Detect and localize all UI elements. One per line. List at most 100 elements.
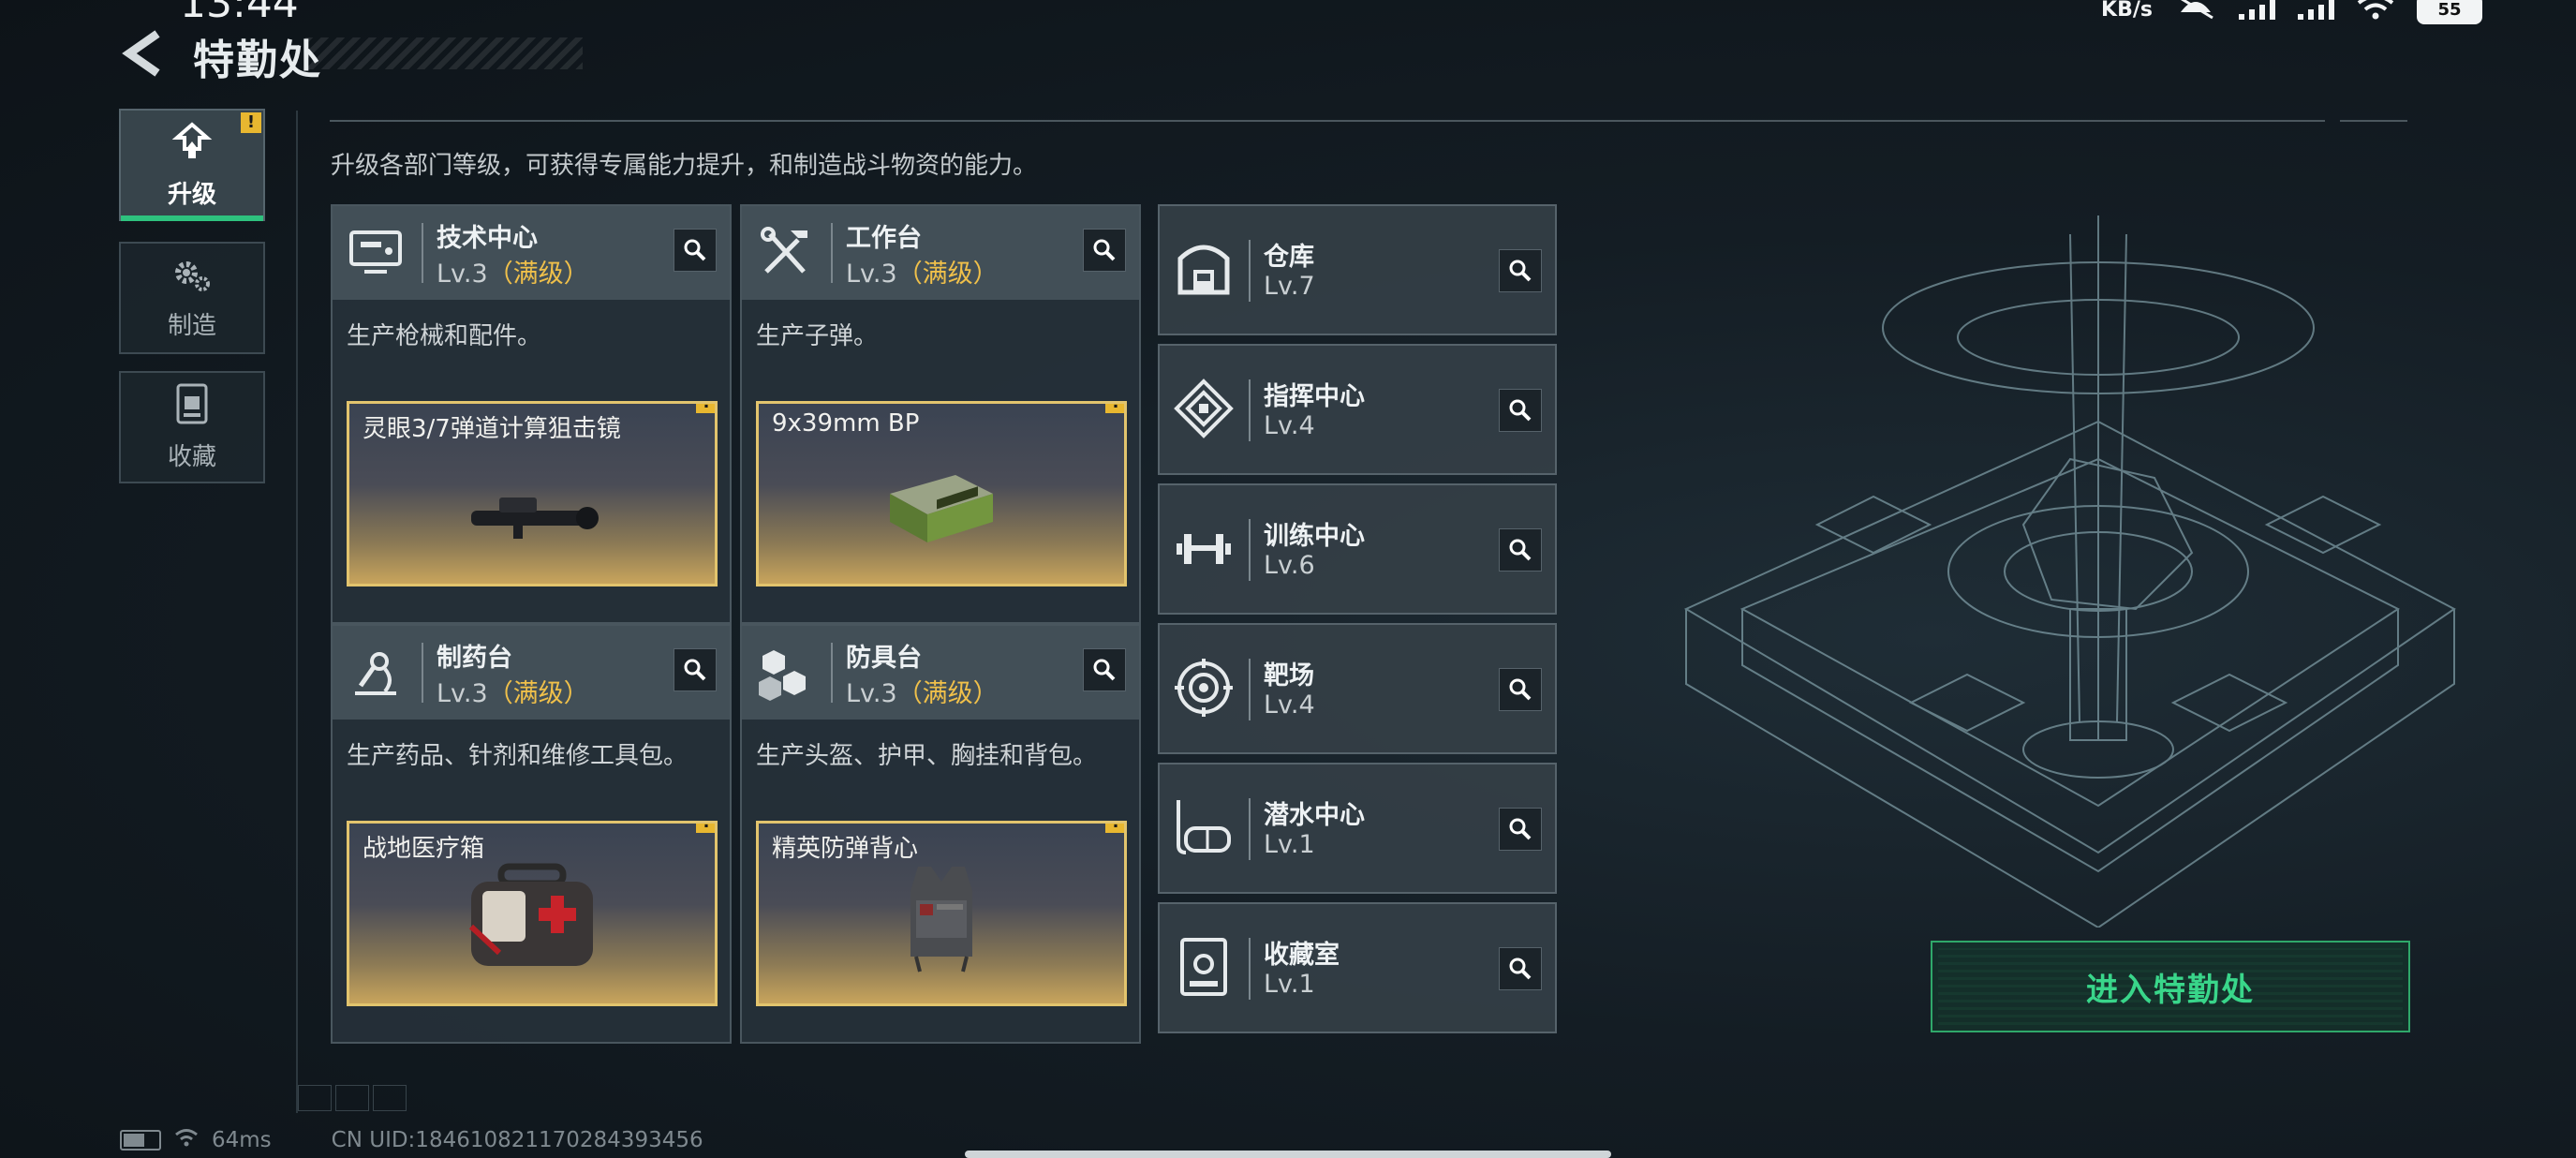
enter-special-ops-button[interactable]: 进入特勤处 [1931, 941, 2410, 1032]
dept-level: Lv.6 [1264, 551, 1315, 580]
production-slot[interactable]: 9x39mm BP ! [756, 401, 1127, 586]
header-rule [330, 120, 2325, 122]
icon-separator [422, 223, 423, 283]
dept-card-target-range[interactable]: 靶场 Lv.4 [1158, 623, 1557, 754]
inspect-button[interactable] [1499, 668, 1542, 711]
target-range-icon [1173, 657, 1235, 719]
search-icon [1509, 260, 1532, 282]
base-wireframe-illustration [1630, 215, 2473, 929]
product-name: 9x39mm BP [772, 409, 920, 438]
tab-upgrade[interactable]: 升级 ! [119, 109, 265, 221]
enter-button-label: 进入特勤处 [2086, 971, 2255, 1009]
status-icons: KB/s 55 [2101, 0, 2482, 24]
gears-icon [171, 256, 213, 297]
dept-card-workbench[interactable]: 工作台 Lv.3（满级） 生产子弹。 9x39mm BP ! [740, 204, 1141, 624]
search-icon [1093, 239, 1116, 261]
dept-card-tech-center[interactable]: 技术中心 Lv.3（满级） 生产枪械和配件。 灵眼3/7弹道计算狙击镜 ! [331, 204, 732, 624]
dept-name: 靶场 [1264, 661, 1314, 690]
search-icon [684, 659, 706, 681]
upgrade-icon [171, 121, 213, 166]
icon-separator [1249, 938, 1251, 1000]
product-name: 战地医疗箱 [363, 835, 485, 863]
max-level-tag: （满级） [487, 679, 589, 708]
inspect-button[interactable] [674, 648, 717, 691]
dept-card-diving-center[interactable]: 潜水中心 Lv.1 [1158, 763, 1557, 894]
decoration [298, 1085, 332, 1111]
inspect-button[interactable] [1499, 808, 1542, 851]
inspect-button[interactable] [674, 229, 717, 272]
dept-level: Lv.3（满级） [437, 673, 589, 709]
dept-level: Lv.1 [1264, 830, 1315, 859]
ammo-box-image [881, 456, 1002, 554]
tab-craft[interactable]: 制造 [119, 242, 265, 354]
dept-card-collection-room[interactable]: 收藏室 Lv.1 [1158, 902, 1557, 1033]
inspect-button[interactable] [1499, 389, 1542, 432]
search-icon [1509, 678, 1532, 701]
warehouse-icon [1173, 238, 1235, 300]
dept-name: 潜水中心 [1264, 801, 1365, 830]
signal-icon-2 [2298, 0, 2334, 20]
dept-name: 制药台 [437, 644, 512, 673]
dept-description: 生产头盔、护甲、胸挂和背包。 [756, 742, 1098, 770]
inspect-button[interactable] [1499, 947, 1542, 990]
max-level-tag: （满级） [896, 679, 999, 708]
dept-description: 生产子弹。 [756, 322, 879, 350]
product-name: 精英防弹背心 [772, 835, 919, 863]
vest-image [899, 863, 984, 979]
battery-icon: 55 [2417, 0, 2482, 24]
user-uid: CN UID:184610821170284393456 [331, 1128, 703, 1152]
icon-separator [831, 223, 833, 283]
dept-level: Lv.3（满级） [846, 253, 999, 290]
production-slot[interactable]: 精英防弹背心 ! [756, 821, 1127, 1006]
dept-card-command-center[interactable]: 指挥中心 Lv.4 [1158, 344, 1557, 475]
home-indicator[interactable] [965, 1151, 1611, 1158]
dept-card-training-center[interactable]: 训练中心 Lv.6 [1158, 483, 1557, 615]
level-value: Lv.3 [437, 260, 488, 289]
back-button[interactable] [120, 28, 167, 79]
dept-level: Lv.4 [1264, 690, 1315, 720]
wifi-icon [2357, 0, 2394, 23]
inspect-button[interactable] [1499, 249, 1542, 292]
tab-upgrade-label: 升级 [167, 180, 216, 209]
title-decoration [305, 37, 583, 69]
inspect-button[interactable] [1499, 528, 1542, 572]
tab-collection[interactable]: 收藏 [119, 371, 265, 483]
icon-separator [1249, 379, 1251, 441]
scope-image [462, 490, 602, 550]
ping-value: 64ms [212, 1128, 272, 1152]
dept-name: 指挥中心 [1264, 382, 1365, 411]
wifi-small-icon [174, 1128, 199, 1152]
decoration [335, 1085, 369, 1111]
dept-card-warehouse[interactable]: 仓库 Lv.7 [1158, 204, 1557, 335]
status-time: 13:44 [180, 0, 299, 27]
dept-name: 防具台 [846, 644, 922, 673]
armor-bench-icon [757, 645, 813, 701]
inspect-button[interactable] [1083, 229, 1126, 272]
dept-level: Lv.4 [1264, 411, 1315, 440]
warning-badge: ! [696, 404, 715, 413]
dept-level: Lv.7 [1264, 272, 1315, 301]
header-rule-end [2340, 120, 2407, 122]
inspect-button[interactable] [1083, 648, 1126, 691]
dept-level: Lv.3（满级） [437, 253, 589, 290]
collection-icon [173, 383, 211, 428]
warning-badge: ! [1105, 404, 1124, 413]
level-value: Lv.3 [846, 260, 897, 289]
production-slot[interactable]: 战地医疗箱 ! [347, 821, 718, 1006]
icon-separator [422, 643, 423, 703]
tab-collection-label: 收藏 [167, 442, 216, 471]
back-arrow-icon [122, 30, 160, 77]
product-name: 灵眼3/7弹道计算狙击镜 [363, 415, 621, 443]
warning-badge: ! [1105, 824, 1124, 833]
dept-card-armor-bench[interactable]: 防具台 Lv.3（满级） 生产头盔、护甲、胸挂和背包。 精英防弹背心 ! [740, 624, 1141, 1044]
decoration [373, 1085, 407, 1111]
collection-room-icon [1173, 936, 1235, 998]
icon-separator [1249, 519, 1251, 581]
search-icon [1509, 399, 1532, 422]
production-slot[interactable]: 灵眼3/7弹道计算狙击镜 ! [347, 401, 718, 586]
max-level-tag: （满级） [487, 260, 589, 289]
icon-separator [1249, 798, 1251, 860]
training-icon [1173, 517, 1235, 579]
dept-card-pharmacy[interactable]: 制药台 Lv.3（满级） 生产药品、针剂和维修工具包。 战地医疗箱 ! [331, 624, 732, 1044]
dept-level: Lv.1 [1264, 970, 1315, 999]
